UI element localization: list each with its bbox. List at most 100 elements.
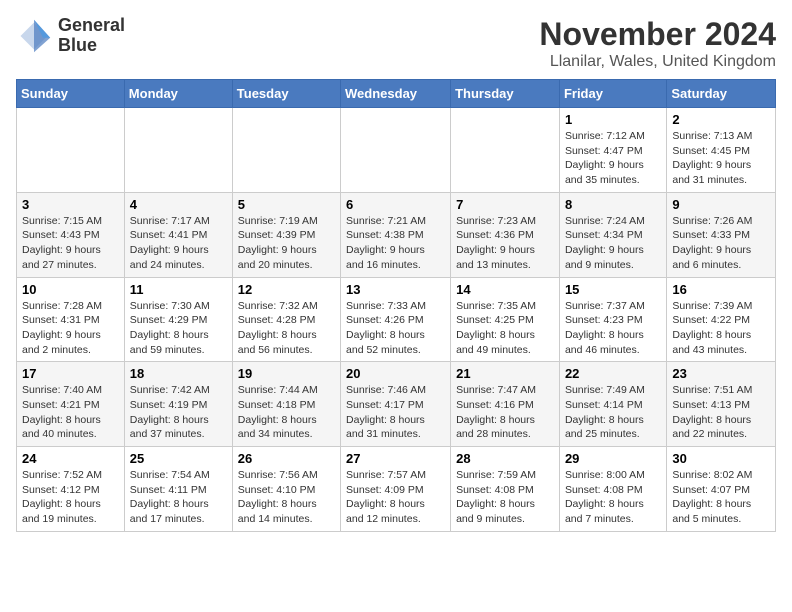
day-number: 4 [130, 197, 227, 212]
calendar-cell: 1 Sunrise: 7:12 AM Sunset: 4:47 PM Daylig… [559, 108, 666, 193]
calendar-cell: 21 Sunrise: 7:47 AM Sunset: 4:16 PM Dayli… [451, 362, 560, 447]
calendar-cell: 19Sunrise: 7:44 AM Sunset: 4:18 PM Dayli… [232, 362, 340, 447]
calendar-cell [232, 108, 340, 193]
calendar-cell: 17Sunrise: 7:40 AM Sunset: 4:21 PM Dayli… [17, 362, 125, 447]
weekday-header: Thursday [451, 80, 560, 108]
day-number: 24 [22, 451, 119, 466]
day-number: 3 [22, 197, 119, 212]
day-number: 15 [565, 282, 661, 297]
calendar-cell: 4 Sunrise: 7:17 AM Sunset: 4:41 PM Daylig… [124, 192, 232, 277]
calendar-cell [341, 108, 451, 193]
calendar-cell: 5 Sunrise: 7:19 AM Sunset: 4:39 PM Daylig… [232, 192, 340, 277]
day-info: Sunrise: 7:47 AM Sunset: 4:16 PM Dayligh… [456, 383, 554, 442]
weekday-header: Wednesday [341, 80, 451, 108]
calendar-week-row: 1 Sunrise: 7:12 AM Sunset: 4:47 PM Daylig… [17, 108, 776, 193]
day-number: 12 [238, 282, 335, 297]
calendar-cell: 22 Sunrise: 7:49 AM Sunset: 4:14 PM Dayli… [559, 362, 666, 447]
day-info: Sunrise: 7:33 AM Sunset: 4:26 PM Dayligh… [346, 299, 445, 358]
day-info: Sunrise: 7:51 AM Sunset: 4:13 PM Dayligh… [672, 383, 770, 442]
day-number: 25 [130, 451, 227, 466]
calendar-week-row: 3 Sunrise: 7:15 AM Sunset: 4:43 PM Daylig… [17, 192, 776, 277]
calendar-week-row: 10 Sunrise: 7:28 AM Sunset: 4:31 PM Dayli… [17, 277, 776, 362]
day-info: Sunrise: 7:24 AM Sunset: 4:34 PM Dayligh… [565, 214, 661, 273]
day-number: 6 [346, 197, 445, 212]
day-info: Sunrise: 8:02 AM Sunset: 4:07 PM Dayligh… [672, 468, 770, 527]
calendar-cell: 12 Sunrise: 7:32 AM Sunset: 4:28 PM Dayli… [232, 277, 340, 362]
day-info: Sunrise: 7:30 AM Sunset: 4:29 PM Dayligh… [130, 299, 227, 358]
calendar-cell [17, 108, 125, 193]
day-number: 22 [565, 366, 661, 381]
calendar-cell: 23 Sunrise: 7:51 AM Sunset: 4:13 PM Dayli… [667, 362, 776, 447]
calendar-cell: 25 Sunrise: 7:54 AM Sunset: 4:11 PM Dayli… [124, 447, 232, 532]
calendar-table: SundayMondayTuesdayWednesdayThursdayFrid… [16, 79, 776, 532]
calendar-cell: 24 Sunrise: 7:52 AM Sunset: 4:12 PM Dayli… [17, 447, 125, 532]
location: Llanilar, Wales, United Kingdom [539, 53, 776, 71]
weekday-header: Monday [124, 80, 232, 108]
day-info: Sunrise: 7:17 AM Sunset: 4:41 PM Dayligh… [130, 214, 227, 273]
month-title: November 2024 [539, 16, 776, 53]
day-number: 5 [238, 197, 335, 212]
calendar-cell: 7Sunrise: 7:23 AM Sunset: 4:36 PM Daylig… [451, 192, 560, 277]
logo-icon [16, 18, 52, 54]
calendar-cell: 3 Sunrise: 7:15 AM Sunset: 4:43 PM Daylig… [17, 192, 125, 277]
calendar-cell [451, 108, 560, 193]
day-number: 11 [130, 282, 227, 297]
calendar-cell: 2 Sunrise: 7:13 AM Sunset: 4:45 PM Daylig… [667, 108, 776, 193]
day-info: Sunrise: 7:52 AM Sunset: 4:12 PM Dayligh… [22, 468, 119, 527]
day-info: Sunrise: 7:32 AM Sunset: 4:28 PM Dayligh… [238, 299, 335, 358]
logo-line2: Blue [58, 36, 125, 56]
day-number: 29 [565, 451, 661, 466]
weekday-header: Sunday [17, 80, 125, 108]
day-info: Sunrise: 7:37 AM Sunset: 4:23 PM Dayligh… [565, 299, 661, 358]
weekday-header: Tuesday [232, 80, 340, 108]
weekday-header-row: SundayMondayTuesdayWednesdayThursdayFrid… [17, 80, 776, 108]
day-info: Sunrise: 7:26 AM Sunset: 4:33 PM Dayligh… [672, 214, 770, 273]
calendar-cell: 20Sunrise: 7:46 AM Sunset: 4:17 PM Dayli… [341, 362, 451, 447]
day-info: Sunrise: 7:49 AM Sunset: 4:14 PM Dayligh… [565, 383, 661, 442]
day-info: Sunrise: 7:42 AM Sunset: 4:19 PM Dayligh… [130, 383, 227, 442]
calendar-cell: 29Sunrise: 8:00 AM Sunset: 4:08 PM Dayli… [559, 447, 666, 532]
day-number: 17 [22, 366, 119, 381]
day-number: 1 [565, 112, 661, 127]
calendar-cell: 6 Sunrise: 7:21 AM Sunset: 4:38 PM Daylig… [341, 192, 451, 277]
day-info: Sunrise: 7:13 AM Sunset: 4:45 PM Dayligh… [672, 129, 770, 188]
day-number: 9 [672, 197, 770, 212]
calendar-cell: 27Sunrise: 7:57 AM Sunset: 4:09 PM Dayli… [341, 447, 451, 532]
day-number: 13 [346, 282, 445, 297]
day-info: Sunrise: 7:56 AM Sunset: 4:10 PM Dayligh… [238, 468, 335, 527]
day-number: 20 [346, 366, 445, 381]
calendar-cell: 10 Sunrise: 7:28 AM Sunset: 4:31 PM Dayli… [17, 277, 125, 362]
day-number: 26 [238, 451, 335, 466]
day-number: 8 [565, 197, 661, 212]
day-number: 10 [22, 282, 119, 297]
calendar-week-row: 17Sunrise: 7:40 AM Sunset: 4:21 PM Dayli… [17, 362, 776, 447]
calendar-cell: 11 Sunrise: 7:30 AM Sunset: 4:29 PM Dayli… [124, 277, 232, 362]
day-number: 27 [346, 451, 445, 466]
calendar-cell: 28Sunrise: 7:59 AM Sunset: 4:08 PM Dayli… [451, 447, 560, 532]
logo: General Blue [16, 16, 125, 56]
day-number: 30 [672, 451, 770, 466]
day-info: Sunrise: 7:15 AM Sunset: 4:43 PM Dayligh… [22, 214, 119, 273]
calendar-cell: 9 Sunrise: 7:26 AM Sunset: 4:33 PM Daylig… [667, 192, 776, 277]
logo-line1: General [58, 16, 125, 36]
day-info: Sunrise: 7:21 AM Sunset: 4:38 PM Dayligh… [346, 214, 445, 273]
title-block: November 2024 Llanilar, Wales, United Ki… [539, 16, 776, 71]
day-number: 23 [672, 366, 770, 381]
day-number: 21 [456, 366, 554, 381]
day-info: Sunrise: 7:54 AM Sunset: 4:11 PM Dayligh… [130, 468, 227, 527]
day-info: Sunrise: 7:12 AM Sunset: 4:47 PM Dayligh… [565, 129, 661, 188]
calendar-cell: 14Sunrise: 7:35 AM Sunset: 4:25 PM Dayli… [451, 277, 560, 362]
day-info: Sunrise: 7:23 AM Sunset: 4:36 PM Dayligh… [456, 214, 554, 273]
calendar-cell: 18 Sunrise: 7:42 AM Sunset: 4:19 PM Dayli… [124, 362, 232, 447]
calendar-cell: 8 Sunrise: 7:24 AM Sunset: 4:34 PM Daylig… [559, 192, 666, 277]
day-number: 16 [672, 282, 770, 297]
day-info: Sunrise: 7:19 AM Sunset: 4:39 PM Dayligh… [238, 214, 335, 273]
calendar-cell: 16Sunrise: 7:39 AM Sunset: 4:22 PM Dayli… [667, 277, 776, 362]
weekday-header: Friday [559, 80, 666, 108]
calendar-cell: 26 Sunrise: 7:56 AM Sunset: 4:10 PM Dayli… [232, 447, 340, 532]
day-info: Sunrise: 7:28 AM Sunset: 4:31 PM Dayligh… [22, 299, 119, 358]
calendar-cell [124, 108, 232, 193]
day-number: 2 [672, 112, 770, 127]
logo-text: General Blue [58, 16, 125, 56]
day-number: 18 [130, 366, 227, 381]
